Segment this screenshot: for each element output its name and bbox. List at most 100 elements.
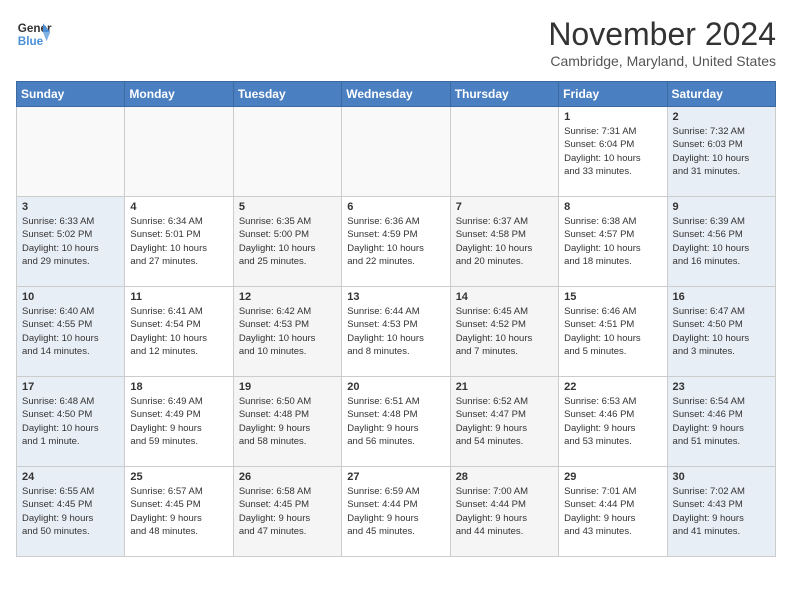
day-info: Sunrise: 6:46 AM Sunset: 4:51 PM Dayligh… xyxy=(564,305,661,358)
calendar-cell: 23 Sunrise: 6:54 AM Sunset: 4:46 PM Dayli… xyxy=(667,377,775,467)
day-number: 21 xyxy=(456,381,553,393)
calendar-cell: 30 Sunrise: 7:02 AM Sunset: 4:43 PM Dayli… xyxy=(667,467,775,557)
day-info: Sunrise: 6:44 AM Sunset: 4:53 PM Dayligh… xyxy=(347,305,444,358)
weekday-header-monday: Monday xyxy=(125,82,233,107)
day-number: 18 xyxy=(130,381,227,393)
page-header: General Blue November 2024 Cambridge, Ma… xyxy=(16,16,776,69)
weekday-header-saturday: Saturday xyxy=(667,82,775,107)
calendar-cell: 9Sunrise: 6:39 AM Sunset: 4:56 PM Daylig… xyxy=(667,197,775,287)
calendar-table: SundayMondayTuesdayWednesdayThursdayFrid… xyxy=(16,81,776,557)
svg-text:Blue: Blue xyxy=(18,35,44,48)
calendar-cell: 26 Sunrise: 6:58 AM Sunset: 4:45 PM Dayli… xyxy=(233,467,341,557)
weekday-header-wednesday: Wednesday xyxy=(342,82,450,107)
day-number: 17 xyxy=(22,381,119,393)
calendar-cell: 29Sunrise: 7:01 AM Sunset: 4:44 PM Dayli… xyxy=(559,467,667,557)
day-number: 5 xyxy=(239,201,336,213)
day-number: 22 xyxy=(564,381,661,393)
day-info: Sunrise: 6:47 AM Sunset: 4:50 PM Dayligh… xyxy=(673,305,770,358)
day-info: Sunrise: 6:50 AM Sunset: 4:48 PM Dayligh… xyxy=(239,395,336,448)
calendar-cell: 5 Sunrise: 6:35 AM Sunset: 5:00 PM Daylig… xyxy=(233,197,341,287)
calendar-cell: 13 Sunrise: 6:44 AM Sunset: 4:53 PM Dayli… xyxy=(342,287,450,377)
calendar-cell: 7 Sunrise: 6:37 AM Sunset: 4:58 PM Daylig… xyxy=(450,197,558,287)
day-number: 24 xyxy=(22,471,119,483)
day-number: 29 xyxy=(564,471,661,483)
day-number: 2 xyxy=(673,111,770,123)
day-info: Sunrise: 6:33 AM Sunset: 5:02 PM Dayligh… xyxy=(22,215,119,268)
calendar-cell: 1 Sunrise: 7:31 AM Sunset: 6:04 PM Daylig… xyxy=(559,107,667,197)
day-number: 15 xyxy=(564,291,661,303)
weekday-header-thursday: Thursday xyxy=(450,82,558,107)
week-row-1: 1 Sunrise: 7:31 AM Sunset: 6:04 PM Daylig… xyxy=(17,107,776,197)
calendar-cell xyxy=(125,107,233,197)
day-number: 27 xyxy=(347,471,444,483)
calendar-cell: 18 Sunrise: 6:49 AM Sunset: 4:49 PM Dayli… xyxy=(125,377,233,467)
day-info: Sunrise: 6:35 AM Sunset: 5:00 PM Dayligh… xyxy=(239,215,336,268)
day-number: 19 xyxy=(239,381,336,393)
day-number: 28 xyxy=(456,471,553,483)
day-info: Sunrise: 6:37 AM Sunset: 4:58 PM Dayligh… xyxy=(456,215,553,268)
day-info: Sunrise: 6:58 AM Sunset: 4:45 PM Dayligh… xyxy=(239,485,336,538)
day-number: 14 xyxy=(456,291,553,303)
calendar-cell xyxy=(233,107,341,197)
weekday-header-sunday: Sunday xyxy=(17,82,125,107)
day-info: Sunrise: 6:38 AM Sunset: 4:57 PM Dayligh… xyxy=(564,215,661,268)
day-number: 25 xyxy=(130,471,227,483)
calendar-cell xyxy=(342,107,450,197)
calendar-cell: 11Sunrise: 6:41 AM Sunset: 4:54 PM Dayli… xyxy=(125,287,233,377)
day-number: 7 xyxy=(456,201,553,213)
day-number: 8 xyxy=(564,201,661,213)
day-number: 20 xyxy=(347,381,444,393)
week-row-2: 3Sunrise: 6:33 AM Sunset: 5:02 PM Daylig… xyxy=(17,197,776,287)
day-info: Sunrise: 6:59 AM Sunset: 4:44 PM Dayligh… xyxy=(347,485,444,538)
day-info: Sunrise: 6:55 AM Sunset: 4:45 PM Dayligh… xyxy=(22,485,119,538)
calendar-cell xyxy=(17,107,125,197)
day-info: Sunrise: 6:48 AM Sunset: 4:50 PM Dayligh… xyxy=(22,395,119,448)
day-info: Sunrise: 7:00 AM Sunset: 4:44 PM Dayligh… xyxy=(456,485,553,538)
day-info: Sunrise: 7:02 AM Sunset: 4:43 PM Dayligh… xyxy=(673,485,770,538)
week-row-4: 17 Sunrise: 6:48 AM Sunset: 4:50 PM Dayli… xyxy=(17,377,776,467)
day-info: Sunrise: 6:42 AM Sunset: 4:53 PM Dayligh… xyxy=(239,305,336,358)
day-number: 16 xyxy=(673,291,770,303)
calendar-cell: 25Sunrise: 6:57 AM Sunset: 4:45 PM Dayli… xyxy=(125,467,233,557)
calendar-cell: 3Sunrise: 6:33 AM Sunset: 5:02 PM Daylig… xyxy=(17,197,125,287)
logo: General Blue xyxy=(16,16,52,52)
day-info: Sunrise: 6:40 AM Sunset: 4:55 PM Dayligh… xyxy=(22,305,119,358)
day-number: 1 xyxy=(564,111,661,123)
calendar-cell: 12Sunrise: 6:42 AM Sunset: 4:53 PM Dayli… xyxy=(233,287,341,377)
calendar-cell: 22Sunrise: 6:53 AM Sunset: 4:46 PM Dayli… xyxy=(559,377,667,467)
logo-icon: General Blue xyxy=(16,16,52,52)
day-number: 23 xyxy=(673,381,770,393)
weekday-header-tuesday: Tuesday xyxy=(233,82,341,107)
calendar-cell: 6Sunrise: 6:36 AM Sunset: 4:59 PM Daylig… xyxy=(342,197,450,287)
day-info: Sunrise: 7:31 AM Sunset: 6:04 PM Dayligh… xyxy=(564,125,661,178)
calendar-cell: 19 Sunrise: 6:50 AM Sunset: 4:48 PM Dayli… xyxy=(233,377,341,467)
calendar-cell: 4 Sunrise: 6:34 AM Sunset: 5:01 PM Daylig… xyxy=(125,197,233,287)
day-number: 4 xyxy=(130,201,227,213)
calendar-cell: 28 Sunrise: 7:00 AM Sunset: 4:44 PM Dayli… xyxy=(450,467,558,557)
calendar-cell: 10 Sunrise: 6:40 AM Sunset: 4:55 PM Dayli… xyxy=(17,287,125,377)
day-info: Sunrise: 6:34 AM Sunset: 5:01 PM Dayligh… xyxy=(130,215,227,268)
calendar-cell: 8 Sunrise: 6:38 AM Sunset: 4:57 PM Daylig… xyxy=(559,197,667,287)
day-info: Sunrise: 6:52 AM Sunset: 4:47 PM Dayligh… xyxy=(456,395,553,448)
month-title: November 2024 xyxy=(548,16,776,53)
calendar-cell: 17 Sunrise: 6:48 AM Sunset: 4:50 PM Dayli… xyxy=(17,377,125,467)
day-info: Sunrise: 6:45 AM Sunset: 4:52 PM Dayligh… xyxy=(456,305,553,358)
day-info: Sunrise: 6:54 AM Sunset: 4:46 PM Dayligh… xyxy=(673,395,770,448)
calendar-cell: 14 Sunrise: 6:45 AM Sunset: 4:52 PM Dayli… xyxy=(450,287,558,377)
day-info: Sunrise: 7:32 AM Sunset: 6:03 PM Dayligh… xyxy=(673,125,770,178)
day-info: Sunrise: 6:49 AM Sunset: 4:49 PM Dayligh… xyxy=(130,395,227,448)
day-number: 26 xyxy=(239,471,336,483)
day-number: 30 xyxy=(673,471,770,483)
day-info: Sunrise: 6:51 AM Sunset: 4:48 PM Dayligh… xyxy=(347,395,444,448)
calendar-cell: 21 Sunrise: 6:52 AM Sunset: 4:47 PM Dayli… xyxy=(450,377,558,467)
location-subtitle: Cambridge, Maryland, United States xyxy=(548,53,776,69)
day-number: 13 xyxy=(347,291,444,303)
calendar-cell: 2 Sunrise: 7:32 AM Sunset: 6:03 PM Daylig… xyxy=(667,107,775,197)
day-number: 11 xyxy=(130,291,227,303)
day-number: 10 xyxy=(22,291,119,303)
calendar-cell: 15 Sunrise: 6:46 AM Sunset: 4:51 PM Dayli… xyxy=(559,287,667,377)
day-number: 6 xyxy=(347,201,444,213)
week-row-5: 24 Sunrise: 6:55 AM Sunset: 4:45 PM Dayli… xyxy=(17,467,776,557)
calendar-cell: 27 Sunrise: 6:59 AM Sunset: 4:44 PM Dayli… xyxy=(342,467,450,557)
weekday-header-row: SundayMondayTuesdayWednesdayThursdayFrid… xyxy=(17,82,776,107)
